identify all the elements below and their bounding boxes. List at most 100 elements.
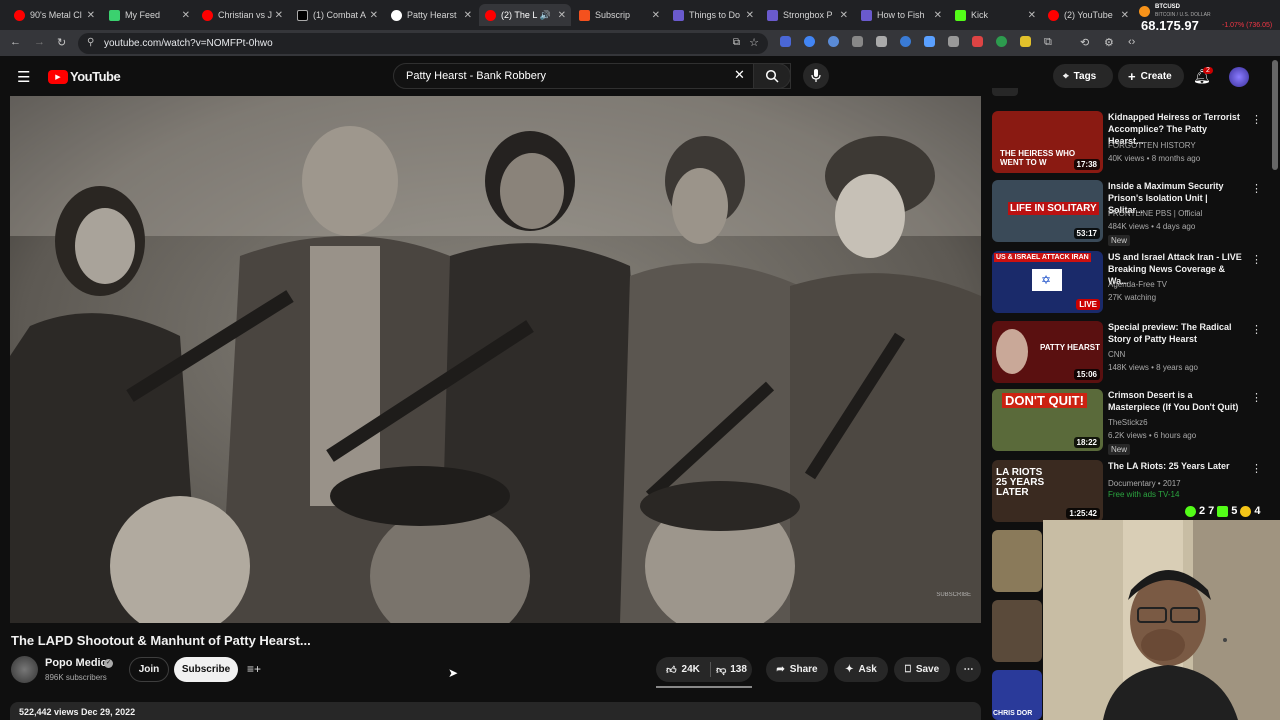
extension-icon[interactable]	[924, 36, 935, 47]
browser-tab[interactable]: Christian vs J ✕	[196, 4, 288, 26]
install-app-icon[interactable]: ⧉	[733, 37, 740, 48]
close-icon[interactable]: ✕	[370, 10, 378, 21]
chip-bar-partial	[992, 88, 1262, 96]
audio-icon[interactable]: 🔊	[540, 10, 551, 21]
more-vertical-icon[interactable]: ⋮	[1251, 182, 1262, 195]
video-player[interactable]: SUBSCRIBE	[10, 96, 981, 623]
plus-icon: +	[1128, 68, 1136, 84]
youtube-logo[interactable]: ▶ YouTube	[48, 69, 121, 84]
browser-tab-active[interactable]: (2) The L 🔊 ✕	[479, 4, 571, 26]
share-button[interactable]: ➦ Share	[766, 657, 828, 682]
close-icon[interactable]: ✕	[840, 10, 848, 21]
close-icon[interactable]: ✕	[652, 10, 660, 21]
ticker-symbol: BTCUSD	[1155, 4, 1180, 10]
extension-icon[interactable]	[852, 36, 863, 47]
scrollbar-thumb[interactable]	[1272, 60, 1278, 170]
recommended-video[interactable]: DON'T QUIT! 18:22 Crimson Desert is a Ma…	[992, 389, 1262, 455]
video-thumbnail[interactable]: DON'T QUIT! 18:22	[992, 389, 1103, 451]
rss-favicon-icon	[579, 9, 590, 21]
save-button[interactable]: ⎕ Save	[894, 657, 950, 682]
video-thumbnail[interactable]: US & ISRAEL ATTACK IRAN ✡ LIVE	[992, 251, 1103, 313]
extension-icon[interactable]	[1020, 36, 1031, 47]
recommended-video[interactable]: LIFE IN SOLITARY 53:17 Inside a Maximum …	[992, 180, 1262, 246]
extension-icon[interactable]	[972, 36, 983, 47]
extension-icon[interactable]	[828, 36, 839, 47]
video-thumbnail-partial[interactable]: CHRIS DOR	[992, 670, 1042, 720]
browser-tab[interactable]: (1) Combat A ✕	[291, 4, 383, 26]
extension-icon[interactable]	[780, 36, 791, 47]
video-title: Special preview: The Radical Story of Pa…	[1108, 322, 1232, 344]
video-thumbnail[interactable]: LIFE IN SOLITARY 53:17	[992, 180, 1103, 242]
extensions-puzzle-icon[interactable]: ⧉	[1044, 36, 1052, 49]
browser-tab[interactable]: My Feed ✕	[103, 4, 195, 26]
close-icon[interactable]: ✕	[464, 10, 472, 21]
address-bar[interactable]: ⚲ youtube.com/watch?v=NOMFPt-0hwo ⧉ ☆	[78, 33, 768, 54]
extension-icon[interactable]	[804, 36, 815, 47]
channel-name[interactable]: Popo Medic	[45, 657, 107, 669]
browser-tab[interactable]: (2) YouTube ✕	[1042, 4, 1134, 26]
ask-button[interactable]: ✦ Ask	[834, 657, 888, 682]
tags-button[interactable]: ⌖ Tags	[1053, 64, 1113, 88]
extension-icon[interactable]	[900, 36, 911, 47]
more-vertical-icon[interactable]: ⋮	[1251, 391, 1262, 404]
reload-icon[interactable]: ↻	[57, 36, 66, 49]
more-actions-button[interactable]: ⋯	[956, 657, 981, 682]
browser-tab[interactable]: Things to Do ✕	[667, 4, 759, 26]
voice-search-button[interactable]	[803, 63, 829, 89]
dislike-button[interactable]: 👎︎ 138	[711, 657, 752, 682]
close-icon[interactable]: ✕	[87, 10, 95, 21]
video-thumbnail-partial[interactable]	[992, 600, 1042, 662]
clear-search-icon[interactable]: ✕	[734, 67, 745, 83]
avatar[interactable]	[1229, 67, 1249, 87]
create-button[interactable]: + Create	[1118, 64, 1184, 88]
search-button[interactable]	[753, 63, 791, 89]
video-thumbnail[interactable]: THE HEIRESS WHO WENT TO W 17:38	[992, 111, 1103, 173]
close-icon[interactable]: ✕	[182, 10, 190, 21]
browser-tab[interactable]: Strongbox P ✕	[761, 4, 853, 26]
more-vertical-icon[interactable]: ⋮	[1251, 323, 1262, 336]
browser-tab[interactable]: How to Fish ✕	[855, 4, 947, 26]
close-icon[interactable]: ✕	[746, 10, 754, 21]
video-thumbnail[interactable]: PATTY HEARST 15:06	[992, 321, 1103, 383]
playlist-add-icon[interactable]: ≡+	[247, 662, 261, 676]
recommended-video[interactable]: US & ISRAEL ATTACK IRAN ✡ LIVE US and Is…	[992, 251, 1262, 315]
more-vertical-icon[interactable]: ⋮	[1251, 253, 1262, 266]
extension-icon[interactable]	[948, 36, 959, 47]
browser-tab[interactable]: Kick ✕	[949, 4, 1041, 26]
bookmark-star-icon[interactable]: ☆	[749, 36, 759, 49]
search-input[interactable]: Patty Hearst - Bank Robbery	[393, 63, 791, 89]
close-icon[interactable]: ✕	[1121, 10, 1129, 21]
more-vertical-icon[interactable]: ⋮	[1251, 462, 1262, 475]
description-box[interactable]: 522,442 views Dec 29, 2022	[10, 702, 981, 720]
join-button[interactable]: Join	[129, 657, 169, 682]
history-icon[interactable]: ⟲	[1080, 36, 1089, 49]
channel-avatar[interactable]	[11, 656, 38, 683]
close-icon[interactable]: ✕	[558, 10, 566, 21]
like-button[interactable]: 👍︎ 24K	[656, 657, 710, 682]
recommended-video[interactable]: PATTY HEARST 15:06 Special preview: The …	[992, 321, 1262, 385]
extension-icon[interactable]	[996, 36, 1007, 47]
filter-chip[interactable]	[992, 88, 1018, 96]
new-badge: New	[1108, 235, 1131, 246]
subscribe-button[interactable]: Subscribe	[174, 657, 238, 682]
video-thumbnail[interactable]: LA RIOTS 25 YEARS LATER 1:25:42	[992, 460, 1103, 522]
close-icon[interactable]: ✕	[934, 10, 942, 21]
settings-icon[interactable]: ⚙	[1104, 36, 1114, 49]
menu-icon[interactable]: ☰	[17, 68, 30, 86]
recommended-video[interactable]: THE HEIRESS WHO WENT TO W 17:38 Kidnappe…	[992, 111, 1262, 175]
close-icon[interactable]: ✕	[1028, 10, 1036, 21]
browser-tab[interactable]: 90's Metal Cl ✕	[8, 4, 100, 26]
webcam-overlay	[1043, 520, 1280, 720]
more-vertical-icon[interactable]: ⋮	[1251, 113, 1262, 126]
extension-icon[interactable]	[876, 36, 887, 47]
close-icon[interactable]: ✕	[275, 10, 283, 21]
browser-tab[interactable]: Patty Hearst ✕	[385, 4, 477, 26]
browser-tab-strip: 90's Metal Cl ✕ My Feed ✕ Christian vs J ✕ …	[0, 0, 1280, 33]
devtools-icon[interactable]: ‹›	[1128, 36, 1135, 48]
forward-icon[interactable]: →	[34, 36, 45, 48]
site-info-icon[interactable]: ⚲	[87, 37, 94, 48]
browser-tab[interactable]: Subscrip ✕	[573, 4, 665, 26]
video-thumbnail-partial[interactable]	[992, 530, 1042, 592]
stream-counter-overlay: 2 7 5 4	[1185, 503, 1280, 519]
back-icon[interactable]: ←	[10, 36, 21, 48]
